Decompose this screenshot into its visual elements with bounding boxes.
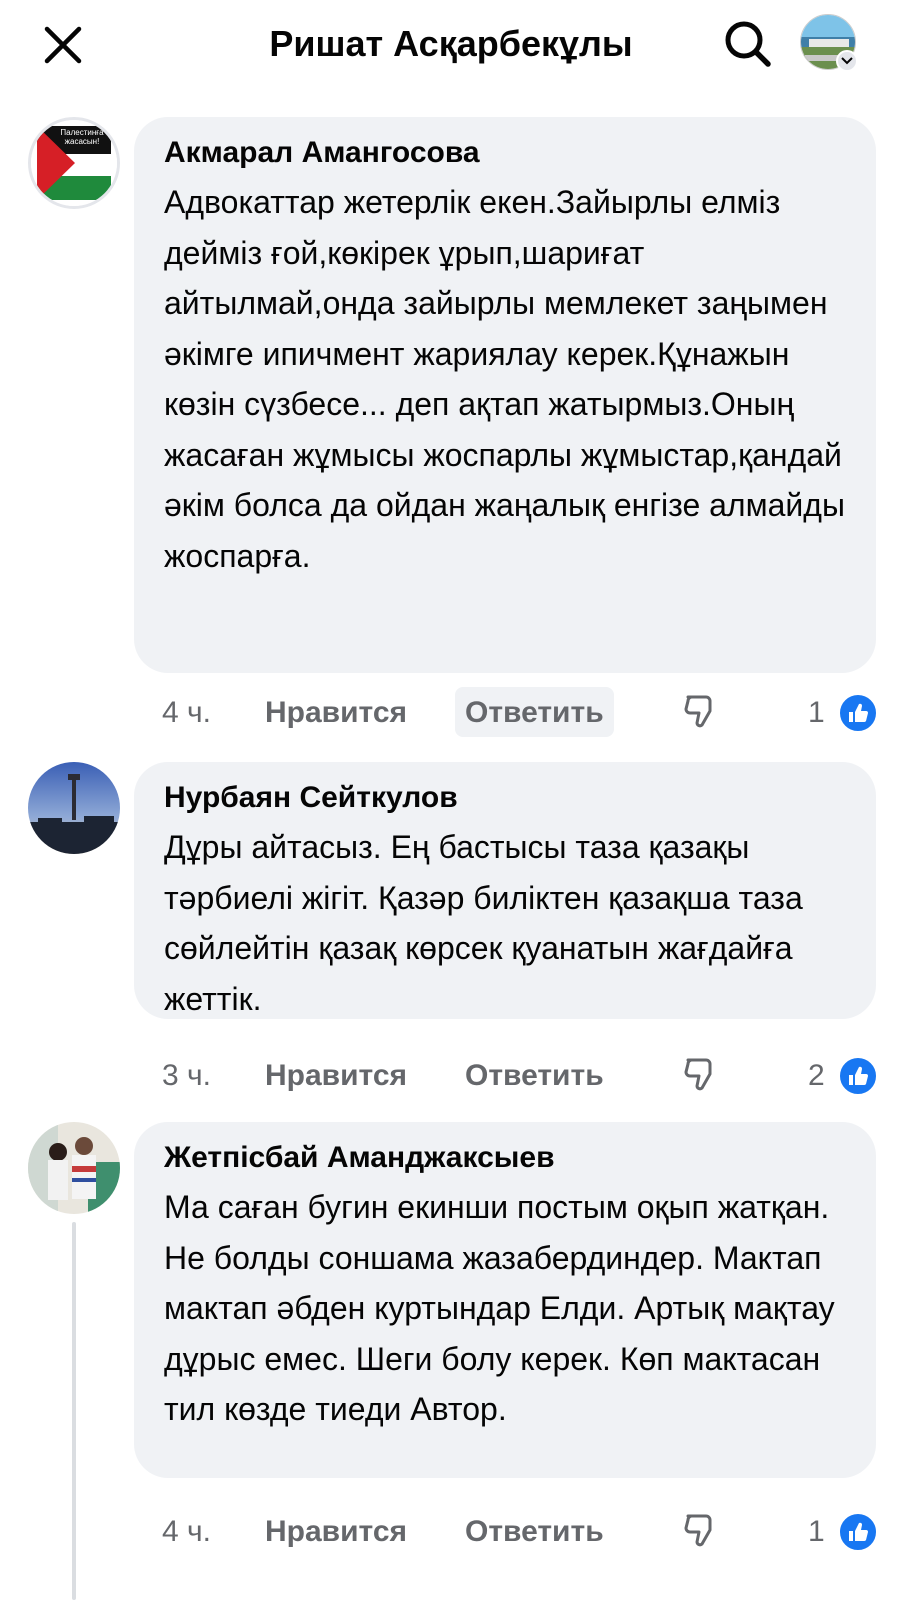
reaction-count[interactable]: 2	[808, 1056, 825, 1096]
thumbs-down-icon[interactable]	[680, 1054, 720, 1094]
reply-button[interactable]: Ответить	[455, 1050, 614, 1100]
comment-time[interactable]: 4 ч.	[162, 693, 211, 733]
reply-button[interactable]: Ответить	[455, 1506, 614, 1556]
like-button[interactable]: Нравится	[265, 693, 407, 733]
top-bar: Ришат Асқарбекұлы	[0, 0, 902, 88]
reply-button[interactable]: Ответить	[455, 687, 614, 737]
like-reaction-icon[interactable]	[838, 1056, 878, 1096]
avatar[interactable]	[28, 762, 120, 854]
comment-time[interactable]: 3 ч.	[162, 1056, 211, 1096]
thumbs-down-icon[interactable]	[680, 691, 720, 731]
comment-bubble[interactable]: Акмарал Амангосова Адвокаттар жетерлік е…	[134, 117, 876, 673]
like-button[interactable]: Нравится	[265, 1056, 407, 1096]
reaction-count[interactable]: 1	[808, 1512, 825, 1552]
search-button[interactable]	[718, 14, 778, 74]
comment-actions: 3 ч. Нравится Ответить 2	[0, 1050, 902, 1100]
like-reaction-icon[interactable]	[838, 693, 878, 733]
search-icon	[725, 21, 771, 67]
avatar-caption: Палестинға жасасын!	[60, 128, 104, 146]
comment-text: Адвокаттар жетерлік екен.Зайырлы елміз д…	[164, 184, 845, 574]
chevron-down-icon	[836, 50, 858, 72]
comment-actions: 4 ч. Нравится Ответить 1	[0, 687, 902, 737]
avatar[interactable]	[28, 1122, 120, 1214]
reaction-count[interactable]: 1	[808, 693, 825, 733]
comment-bubble[interactable]: Жетпісбай Аманджаксыев Ма саған бугин ек…	[134, 1122, 876, 1478]
comment-author[interactable]: Акмарал Амангосова	[164, 133, 846, 173]
avatar[interactable]: Палестинға жасасын!	[28, 117, 120, 209]
comment-author[interactable]: Нурбаян Сейткулов	[164, 778, 846, 818]
comment-bubble[interactable]: Нурбаян Сейткулов Дұры айтасыз. Ең басты…	[134, 762, 876, 1019]
comment-time[interactable]: 4 ч.	[162, 1512, 211, 1552]
profile-menu-button[interactable]	[800, 14, 860, 74]
like-button[interactable]: Нравится	[265, 1512, 407, 1552]
comment-text: Ма саған бугин екинши постым оқып жатқан…	[164, 1189, 835, 1427]
comment-author[interactable]: Жетпісбай Аманджаксыев	[164, 1138, 846, 1178]
thumbs-down-icon[interactable]	[680, 1510, 720, 1550]
like-reaction-icon[interactable]	[838, 1512, 878, 1552]
comment-actions: 4 ч. Нравится Ответить 1	[0, 1506, 902, 1556]
comment-text: Дұры айтасыз. Ең бастысы таза қазақы тәр…	[164, 829, 803, 1017]
